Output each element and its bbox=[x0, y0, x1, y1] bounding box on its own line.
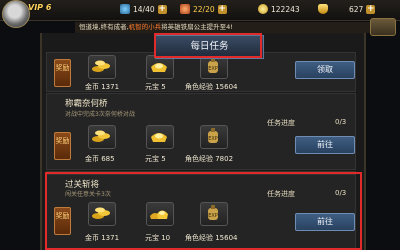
top-hud: VIP 6 14/40 + 22/20 + 122243 627 + bbox=[0, 0, 400, 28]
stamina-icon bbox=[120, 4, 130, 14]
ingot-icon bbox=[151, 133, 167, 142]
reward-ingot[interactable] bbox=[143, 55, 177, 83]
svg-text:EXP: EXP bbox=[208, 136, 218, 142]
announcement-suffix: 将英雄铁扇公主提升至4! bbox=[161, 23, 233, 31]
reward-ingot-label: 元宝 5 bbox=[145, 83, 166, 91]
task-progress-label: 任务进度 bbox=[267, 119, 295, 127]
reward-exp[interactable]: EXP bbox=[197, 55, 231, 83]
stamina-add-button[interactable]: + bbox=[157, 4, 167, 14]
reward-gold[interactable] bbox=[85, 55, 119, 83]
announcement-player-name: 机智的小兵 bbox=[128, 23, 162, 31]
svg-text:EXP: EXP bbox=[208, 66, 218, 72]
reward-badge: 奖励 bbox=[54, 59, 71, 87]
vip-level: VIP 6 bbox=[28, 3, 52, 12]
reward-gold-label: 金币 1371 bbox=[85, 83, 120, 91]
goto-button[interactable]: 前往 bbox=[295, 136, 355, 154]
energy-value: 22/20 bbox=[193, 4, 215, 14]
gold-coins-icon bbox=[92, 130, 110, 142]
task-card-2: 称霸奈何桥 对战中完成3次奈何桥对战 任务进度 0/3 奖励 EXP 金币 68… bbox=[46, 93, 356, 170]
ingot-resource: 627 + bbox=[318, 3, 376, 15]
announcement-prefix: 恒道境,终有成者, bbox=[79, 23, 129, 31]
reward-exp-label: 角色经验 7802 bbox=[185, 155, 234, 163]
exp-potion-icon: EXP bbox=[208, 58, 218, 73]
side-menu-button[interactable] bbox=[370, 18, 396, 36]
reward-ingot-label: 元宝 5 bbox=[145, 155, 166, 163]
reward-gold[interactable] bbox=[85, 125, 119, 153]
energy-add-button[interactable]: + bbox=[217, 4, 227, 14]
task-title: 称霸奈何桥 bbox=[65, 99, 108, 109]
ingot-icon bbox=[151, 63, 167, 72]
ingot-add-button[interactable]: + bbox=[366, 4, 376, 14]
player-avatar[interactable] bbox=[2, 0, 30, 28]
claim-button[interactable]: 领取 bbox=[295, 61, 355, 79]
reward-badge: 奖励 bbox=[54, 132, 71, 160]
gold-coin-icon bbox=[258, 4, 268, 14]
title-highlight-box bbox=[154, 33, 262, 58]
energy-icon bbox=[180, 4, 190, 14]
ingot-value: 627 bbox=[349, 4, 364, 14]
stamina-value: 14/40 bbox=[133, 4, 155, 14]
reward-ingot[interactable] bbox=[143, 125, 177, 153]
ingot-icon bbox=[318, 4, 328, 14]
gold-resource: 122243 bbox=[258, 3, 300, 15]
reward-exp-label: 角色经验 15604 bbox=[185, 83, 238, 91]
gold-value: 122243 bbox=[271, 4, 300, 14]
reward-gold-label: 金币 685 bbox=[85, 155, 115, 163]
announcement-bar: 恒道境,终有成者,机智的小兵将英雄铁扇公主提升至4! bbox=[75, 22, 371, 33]
task-progress-value: 0/3 bbox=[335, 118, 347, 126]
task-description: 对战中完成3次奈何桥对战 bbox=[65, 111, 135, 118]
stamina-resource: 14/40 + bbox=[120, 3, 167, 15]
task-highlight-box bbox=[45, 172, 362, 250]
energy-resource: 22/20 + bbox=[180, 3, 227, 15]
gold-coins-icon bbox=[92, 60, 110, 72]
exp-potion-icon: EXP bbox=[208, 128, 218, 143]
reward-exp[interactable]: EXP bbox=[197, 125, 231, 153]
